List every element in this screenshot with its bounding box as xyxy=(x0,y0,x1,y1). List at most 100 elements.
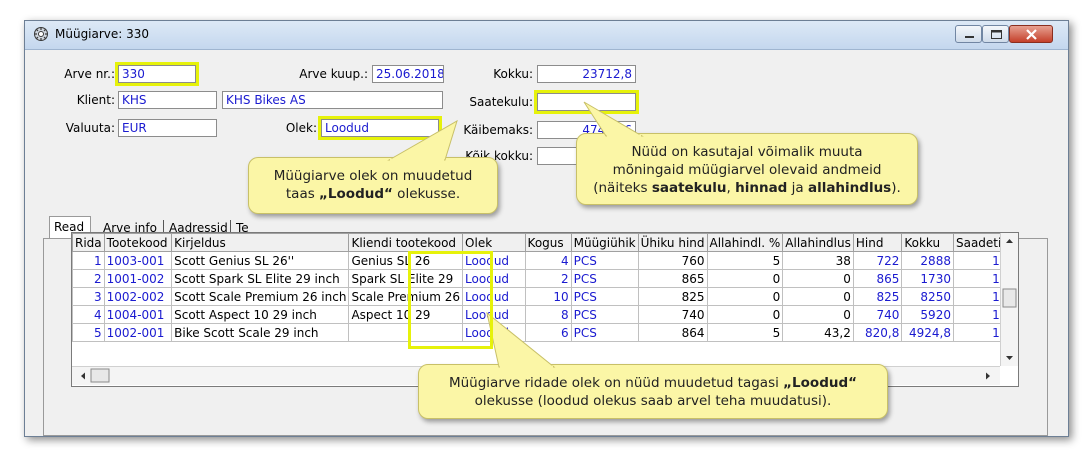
minimize-button[interactable] xyxy=(955,25,982,43)
cell-hind[interactable]: 825 xyxy=(852,287,903,306)
olek-label: Olek: xyxy=(285,121,317,135)
callout-pointer xyxy=(583,101,644,137)
arve-nr-field[interactable]: 330 xyxy=(115,62,199,86)
table-row[interactable]: 3 1002-002 Scott Scale Premium 26 inch Scal… xyxy=(72,287,1018,306)
saatekulu-label: Saatekulu: xyxy=(469,95,533,109)
cell-kliendi-tootekood[interactable]: Scale Premium 26 xyxy=(348,287,464,306)
cell-kokku[interactable]: 5920 xyxy=(901,305,954,324)
app-icon xyxy=(34,27,48,41)
cell-kirjeldus[interactable]: Scott Scale Premium 26 inch xyxy=(171,287,350,306)
cell-allahindlus[interactable]: 43,2 xyxy=(782,323,854,342)
callout-read: Müügiarve ridade olek on nüüd muudetud t… xyxy=(418,311,888,419)
column-header-myygiyhik[interactable]: Müügiühik xyxy=(570,233,639,252)
column-header-kirjeldus[interactable]: Kirjeldus xyxy=(171,233,350,252)
cell-hind[interactable]: 820,8 xyxy=(852,323,903,342)
column-header-allahindl-pct[interactable]: Allahindl. % xyxy=(706,233,784,252)
cell-kliendi-tootekood[interactable] xyxy=(348,323,464,342)
cell-hind[interactable]: 722 xyxy=(852,251,903,270)
cell-hind[interactable]: 740 xyxy=(852,305,903,324)
window-title: Müügiarve: 330 xyxy=(55,27,150,41)
cell-kokku[interactable]: 2888 xyxy=(901,251,954,270)
table-row[interactable]: 2 1001-002 Scott Spark SL Elite 29 inch Spa… xyxy=(72,269,1018,288)
maximize-icon xyxy=(991,30,1002,39)
cell-kokku[interactable]: 1730 xyxy=(901,269,954,288)
cell-kirjeldus[interactable]: Scott Aspect 10 29 inch xyxy=(171,305,350,324)
cell-rida[interactable]: 2 xyxy=(72,269,105,288)
callout-andmed: Nüüd on kasutajal võimalik muuta mõninga… xyxy=(576,101,918,205)
cell-allahindl-pct[interactable]: 0 xyxy=(706,287,784,306)
close-button[interactable] xyxy=(1009,25,1053,43)
callout-read-line2: olekusse (loodud olekus saab arvel teha … xyxy=(474,393,832,409)
column-header-tootekood[interactable]: Tootekood xyxy=(103,233,173,252)
cell-tootekood[interactable]: 1001-002 xyxy=(103,269,173,288)
cell-allahindlus[interactable]: 0 xyxy=(782,287,854,306)
kokku-field: 23712,8 xyxy=(537,65,636,83)
cell-kliendi-tootekood[interactable]: Aspect 10 29 xyxy=(348,305,464,324)
cell-myygiyhik[interactable]: PCS xyxy=(570,251,639,270)
cell-tootekood[interactable]: 1003-001 xyxy=(103,251,173,270)
cell-tootekood[interactable]: 1002-001 xyxy=(103,323,173,342)
arve-kuup-label: Arve kuup.: xyxy=(299,67,368,81)
valuuta-field[interactable]: EUR xyxy=(118,119,217,137)
table-row[interactable]: 1 1003-001 Scott Genius SL 26'' Genius SL 2… xyxy=(72,251,1018,270)
cell-yhiku-hind[interactable]: 825 xyxy=(637,287,708,306)
cell-rida[interactable]: 1 xyxy=(72,251,105,270)
cell-rida[interactable]: 4 xyxy=(72,305,105,324)
arve-nr-label: Arve nr.: xyxy=(64,67,115,81)
klient-name-field[interactable]: KHS Bikes AS xyxy=(222,91,443,109)
cell-kogus[interactable]: 2 xyxy=(524,269,572,288)
scroll-arrows-icon xyxy=(1002,239,1017,360)
arve-kuup-field[interactable]: 25.06.2018 xyxy=(372,65,444,83)
cell-rida[interactable]: 3 xyxy=(72,287,105,306)
cell-tootekood[interactable]: 1004-001 xyxy=(103,305,173,324)
cell-allahindl-pct[interactable]: 5 xyxy=(706,251,784,270)
column-header-kliendi-tootekood[interactable]: Kliendi tootekood xyxy=(348,233,464,252)
column-header-yhiku-hind[interactable]: Ühiku hind xyxy=(637,233,708,252)
cell-myygiyhik[interactable]: PCS xyxy=(570,323,639,342)
cell-allahindl-pct[interactable]: 5 xyxy=(706,323,784,342)
valuuta-label: Valuuta: xyxy=(65,121,115,135)
cell-allahindlus[interactable]: 0 xyxy=(782,269,854,288)
cell-olek[interactable]: Loodud xyxy=(462,251,526,270)
cell-yhiku-hind[interactable]: 865 xyxy=(637,269,708,288)
cell-kliendi-tootekood[interactable]: Genius SL 26 xyxy=(348,251,464,270)
cell-kokku[interactable]: 8250 xyxy=(901,287,954,306)
cell-yhiku-hind[interactable]: 864 xyxy=(637,323,708,342)
cell-hind[interactable]: 865 xyxy=(852,269,903,288)
cell-kogus[interactable]: 10 xyxy=(524,287,572,306)
column-header-kogus[interactable]: Kogus xyxy=(524,233,572,252)
cell-tootekood[interactable]: 1002-002 xyxy=(103,287,173,306)
cell-kliendi-tootekood[interactable]: Spark SL Elite 29 xyxy=(348,269,464,288)
column-header-kokku[interactable]: Kokku xyxy=(901,233,954,252)
cell-allahindlus[interactable]: 0 xyxy=(782,305,854,324)
cell-kirjeldus[interactable]: Scott Spark SL Elite 29 inch xyxy=(171,269,350,288)
klient-label: Klient: xyxy=(76,93,115,107)
column-header-hind[interactable]: Hind xyxy=(852,233,903,252)
cell-myygiyhik[interactable]: PCS xyxy=(570,305,639,324)
callout-olek-line1: Müügiarve olek on muudetud xyxy=(273,168,473,184)
column-header-olek[interactable]: Olek xyxy=(462,233,526,252)
cell-rida[interactable]: 5 xyxy=(72,323,105,342)
cell-kirjeldus[interactable]: Scott Genius SL 26'' xyxy=(171,251,350,270)
cell-yhiku-hind[interactable]: 740 xyxy=(637,305,708,324)
callout-pointer xyxy=(387,119,458,161)
vertical-scrollbar[interactable] xyxy=(1000,233,1018,366)
cell-kogus[interactable]: 4 xyxy=(524,251,572,270)
cell-olek[interactable]: Loodud xyxy=(462,269,526,288)
cell-kokku[interactable]: 4924,8 xyxy=(901,323,954,342)
cell-yhiku-hind[interactable]: 760 xyxy=(637,251,708,270)
column-header-rida[interactable]: Rida xyxy=(72,233,105,252)
klient-code-field[interactable]: KHS xyxy=(118,91,217,109)
maximize-button[interactable] xyxy=(982,25,1009,43)
callout-pointer xyxy=(486,311,556,368)
cell-kirjeldus[interactable]: Bike Scott Scale 29 inch xyxy=(171,323,350,342)
callout-olek: Müügiarve olek on muudetud taas „Loodud“… xyxy=(248,119,498,214)
minimize-icon xyxy=(965,36,974,38)
cell-olek[interactable]: Loodud xyxy=(462,287,526,306)
cell-myygiyhik[interactable]: PCS xyxy=(570,287,639,306)
cell-allahindlus[interactable]: 38 xyxy=(782,251,854,270)
column-header-allahindlus[interactable]: Allahindlus xyxy=(782,233,854,252)
cell-allahindl-pct[interactable]: 0 xyxy=(706,269,784,288)
cell-myygiyhik[interactable]: PCS xyxy=(570,269,639,288)
cell-allahindl-pct[interactable]: 0 xyxy=(706,305,784,324)
